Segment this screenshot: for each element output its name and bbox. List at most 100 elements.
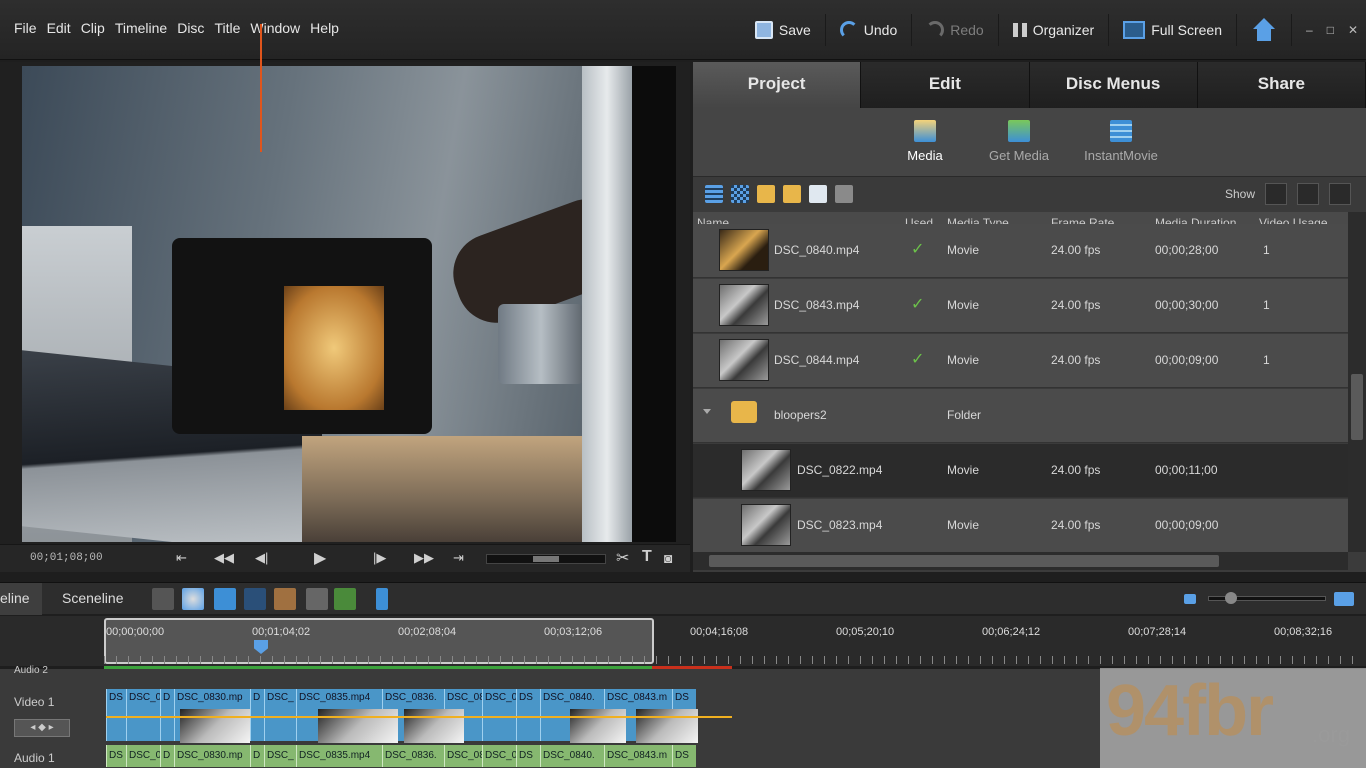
smart-trim-icon[interactable] [274,588,296,610]
goto-out-icon[interactable]: ⇥ [453,550,464,566]
media-row-selected[interactable]: DSC_0822.mp4 Movie 24.00 fps 00;00;11;00 [693,444,1348,498]
video-clip[interactable]: D [160,689,174,741]
audio-clip[interactable]: D [160,745,174,767]
freeze-frame-icon[interactable]: ◙ [664,550,672,566]
smart-fix-icon[interactable] [214,588,236,610]
ruler-timecode: 00;06;24;12 [982,626,1041,638]
video-clip[interactable]: DSC_ [264,689,296,741]
marker-icon[interactable] [376,588,388,610]
show-audio-icon[interactable] [1297,183,1319,205]
video-clip[interactable]: DS [106,689,126,741]
expand-chevron-icon[interactable] [703,409,711,414]
selection-tool-icon[interactable] [152,588,174,610]
video-clip[interactable]: DSC_0 [126,689,160,741]
menu-edit[interactable]: Edit [47,20,71,36]
goto-in-icon[interactable]: ⇤ [176,550,187,566]
organizer-button[interactable]: Organizer [999,14,1110,46]
minimize-button[interactable]: – [1306,23,1313,37]
timeline-zoom-slider[interactable] [1208,592,1326,604]
close-button[interactable]: ✕ [1348,23,1358,37]
rewind-icon[interactable]: ◀◀ [214,550,234,566]
menu-help[interactable]: Help [310,20,339,36]
fast-forward-icon[interactable]: ▶▶ [414,550,434,566]
tab-share[interactable]: Share [1197,62,1366,108]
tab-edit[interactable]: Edit [861,62,1030,108]
list-view-icon[interactable] [705,185,723,203]
zoom-handle[interactable] [1225,592,1237,604]
show-stills-icon[interactable] [1329,183,1351,205]
track-keyframe-controls[interactable]: ◂ ◆ ▸ [14,719,70,737]
tab-sceneline[interactable]: Sceneline [50,583,136,615]
vertical-scroll-thumb[interactable] [1351,374,1363,440]
video-preview[interactable] [22,66,676,542]
menu-window[interactable]: Window [250,20,300,36]
subtab-instantmovie[interactable]: InstantMovie [1081,120,1161,163]
properties-icon[interactable] [306,588,328,610]
redo-button[interactable]: Redo [912,14,999,46]
menu-timeline[interactable]: Timeline [115,20,167,36]
shuttle-slider[interactable] [486,554,606,564]
audio-clip[interactable]: DSC_0 [482,745,516,767]
audio-clip[interactable]: D [250,745,264,767]
step-back-icon[interactable]: ◀| [255,550,268,566]
fullscreen-button[interactable]: Full Screen [1109,14,1237,46]
audio-clip[interactable]: DSC_0830.mp [174,745,250,767]
audio-clip[interactable]: DSC_0836. [382,745,444,767]
timecode-display[interactable]: 00;01;08;00 [30,552,103,564]
video-clip[interactable]: DSC_0 [482,689,516,741]
audio-clip[interactable]: DSC_08 [444,745,482,767]
new-folder-icon[interactable] [783,185,801,203]
audio-mixer-icon[interactable] [334,588,356,610]
audio-clip[interactable]: DSC_0840. [540,745,604,767]
subtab-get-media[interactable]: Get Media [983,120,1055,163]
tab-disc-menus[interactable]: Disc Menus [1029,62,1198,108]
video-clip[interactable]: D [250,689,264,741]
undo-button[interactable]: Undo [826,14,913,46]
menu-disc[interactable]: Disc [177,20,204,36]
maximize-button[interactable]: □ [1327,23,1334,37]
home-button[interactable] [1237,14,1292,46]
audio-clip[interactable]: DS [106,745,126,767]
video-clip-thumbnail [180,709,250,743]
icon-view-icon[interactable] [731,185,749,203]
folder-row[interactable]: bloopers2 Folder [693,389,1348,443]
shuttle-handle[interactable] [533,556,559,562]
audio-clip[interactable]: DSC_ [264,745,296,767]
audio-clip[interactable]: DSC_0 [126,745,160,767]
show-video-icon[interactable] [1265,183,1287,205]
menu-file[interactable]: File [14,20,37,36]
save-button[interactable]: Save [741,14,826,46]
media-list-vertical-scrollbar[interactable] [1348,212,1366,552]
timeline-ruler[interactable]: 00;00;00;00 00;01;04;02 00;02;08;04 00;0… [0,616,1366,666]
horizontal-scroll-thumb[interactable] [709,555,1219,567]
zoom-out-icon[interactable] [1184,594,1196,604]
delete-icon[interactable] [835,185,853,203]
subtab-media[interactable]: Media [903,120,947,163]
media-row[interactable]: DSC_0840.mp4 ✓ Movie 24.00 fps 00;00;28;… [693,224,1348,278]
new-folder-up-icon[interactable] [757,185,775,203]
menu-clip[interactable]: Clip [81,20,105,36]
split-clip-icon[interactable]: ✂ [616,548,629,568]
tab-timeline[interactable]: eline [0,583,42,615]
audio-clip[interactable]: DSC_0835.mp4 [296,745,382,767]
menu-title[interactable]: Title [214,20,240,36]
opacity-rubberband[interactable] [106,716,732,718]
tab-project[interactable]: Project [693,62,862,108]
media-row[interactable]: DSC_0843.mp4 ✓ Movie 24.00 fps 00;00;30;… [693,279,1348,333]
media-row[interactable]: DSC_0823.mp4 Movie 24.00 fps 00;00;09;00 [693,499,1348,552]
new-item-icon[interactable] [809,185,827,203]
audio-clip[interactable]: DSC_0843.m [604,745,672,767]
time-stretch-icon[interactable] [182,588,204,610]
step-forward-icon[interactable]: |▶ [373,550,386,566]
media-row[interactable]: DSC_0844.mp4 ✓ Movie 24.00 fps 00;00;09;… [693,334,1348,388]
audio-clip[interactable]: DS [672,745,696,767]
track-label-audio-1: Audio 1 [14,751,55,765]
media-list-horizontal-scrollbar[interactable] [693,552,1348,570]
video-clip[interactable]: DS [516,689,540,741]
media-type: Folder [947,408,982,422]
title-tool-icon[interactable]: T [642,548,652,566]
zoom-in-icon[interactable] [1334,592,1354,606]
audio-clip[interactable]: DS [516,745,540,767]
play-icon[interactable]: ▶ [314,548,326,568]
motion-tracking-icon[interactable] [244,588,266,610]
